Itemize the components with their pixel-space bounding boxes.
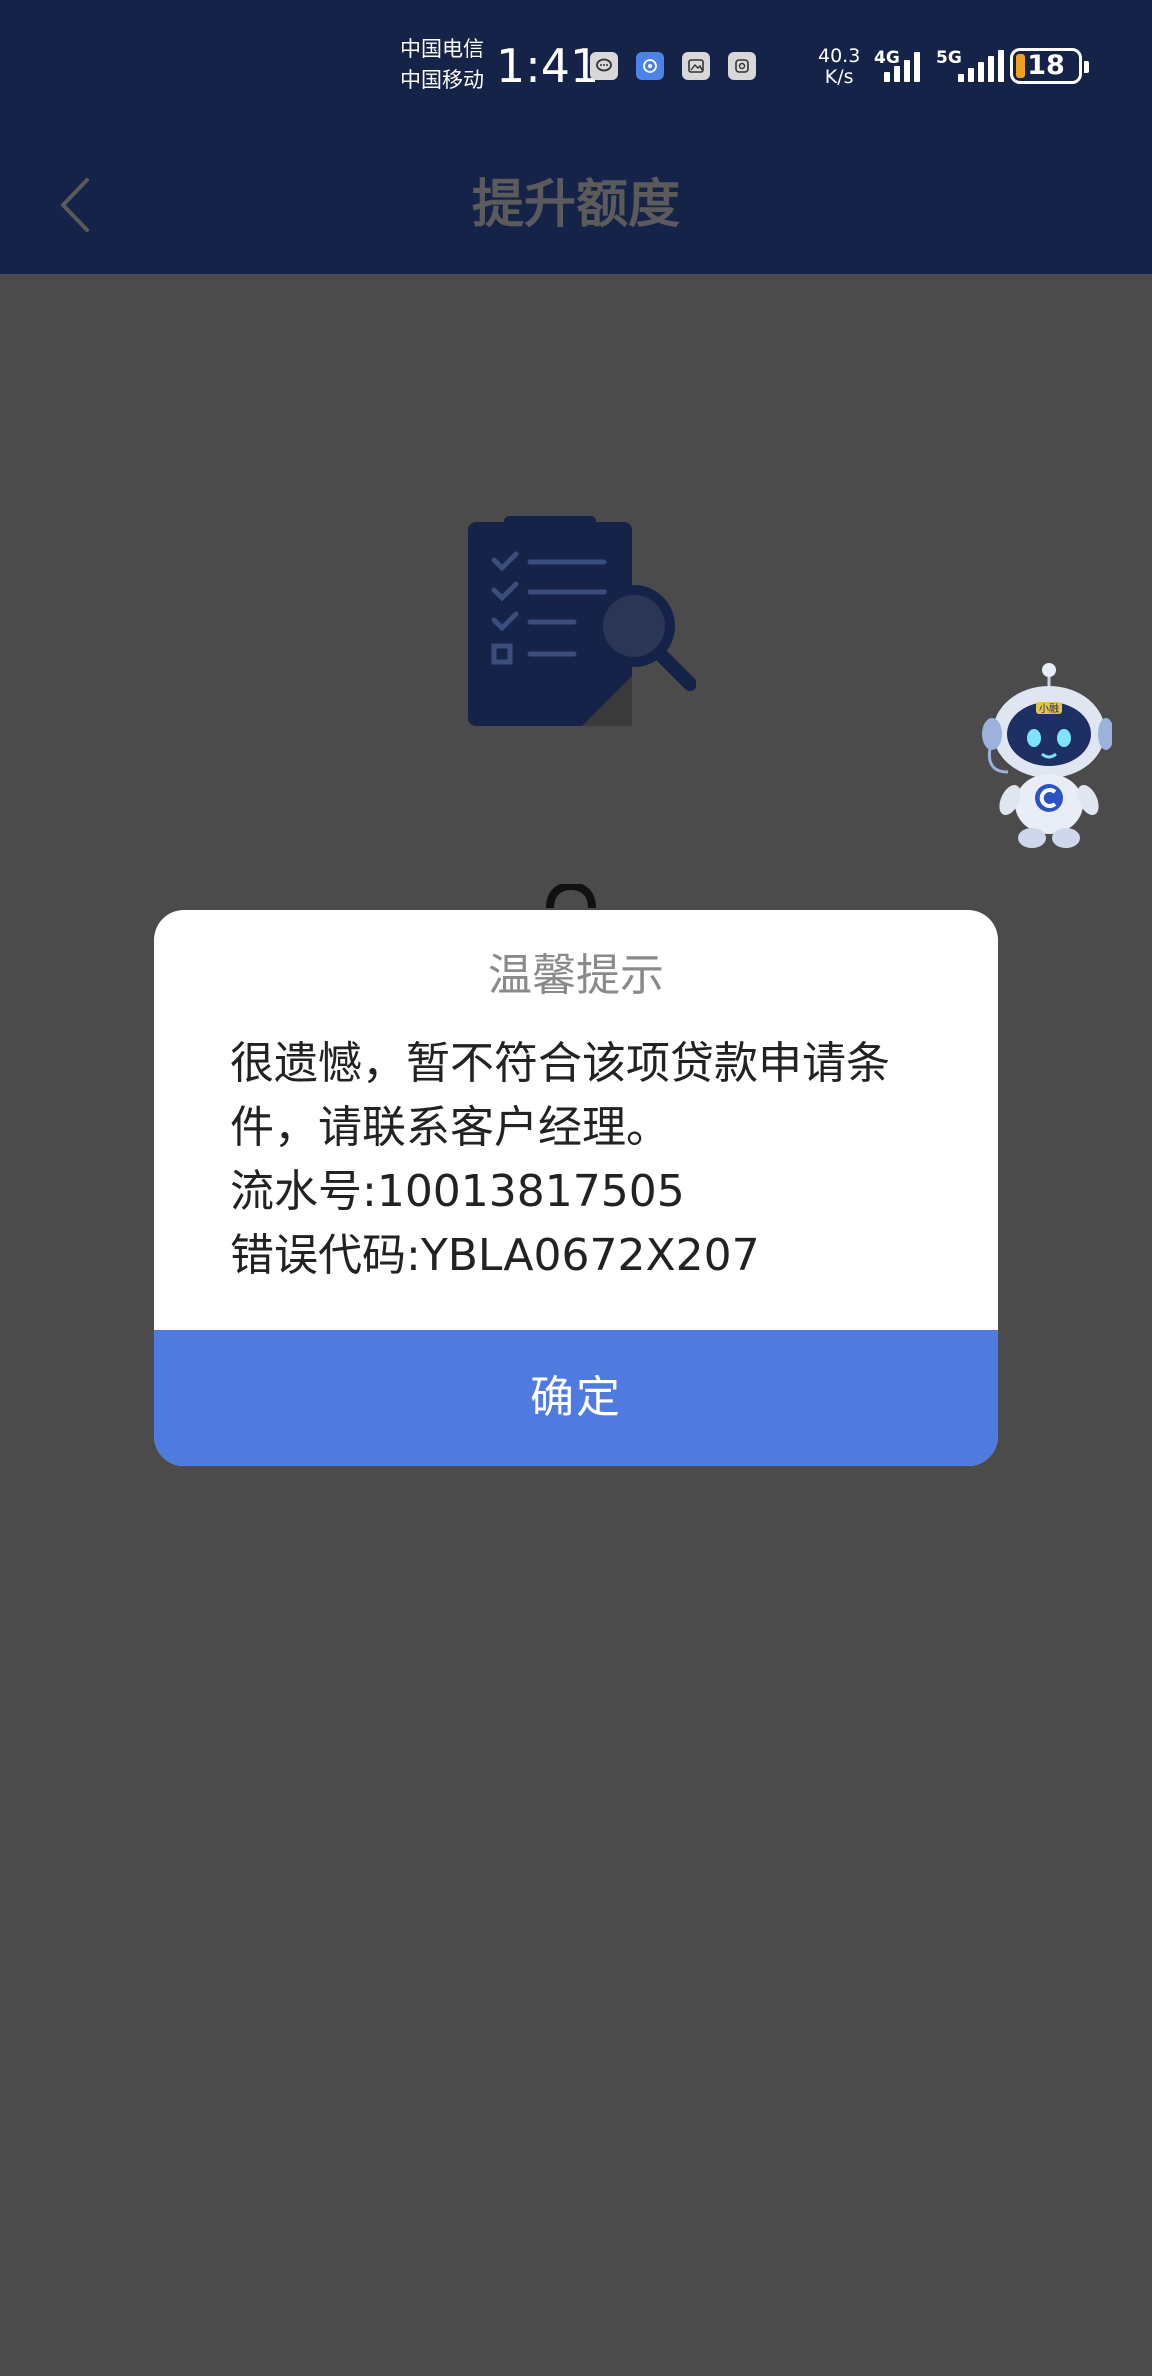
dialog-message-line: 很遗憾，暂不符合该项贷款申请条 xyxy=(230,1038,890,1089)
robot-icon: 小融 xyxy=(982,663,1114,848)
partial-digit-glyph xyxy=(546,884,596,908)
app-icon xyxy=(728,52,756,80)
notification-icons xyxy=(590,52,756,80)
assistant-robot-button[interactable]: 小融 xyxy=(978,662,1114,848)
alert-dialog: 温馨提示 很遗憾，暂不符合该项贷款申请条 件，请联系客户经理。 流水号:1001… xyxy=(154,910,998,1466)
dialog-message: 很遗憾，暂不符合该项贷款申请条 件，请联系客户经理。 流水号:100138175… xyxy=(230,1032,930,1288)
image-icon xyxy=(682,52,710,80)
carrier-2: 中国移动 xyxy=(400,68,484,92)
app-header: 提升额度 xyxy=(0,136,1152,274)
confirm-button[interactable]: 确定 xyxy=(154,1330,998,1466)
location-icon xyxy=(636,52,664,80)
dialog-message-line: 件，请联系客户经理。 xyxy=(230,1102,670,1153)
battery-level: 18 xyxy=(1027,50,1065,81)
signal-2-bars-icon xyxy=(958,50,1004,82)
status-bar: 中国电信 中国移动 1:41 40.3 K/s 4G 5G 18 xyxy=(0,0,1152,136)
robot-badge-text: 小融 xyxy=(1039,703,1059,715)
dialog-title: 温馨提示 xyxy=(488,950,664,1001)
carrier-names: 中国电信 中国移动 xyxy=(400,34,484,96)
error-code: 错误代码:YBLA0672X207 xyxy=(230,1230,760,1281)
battery-nub xyxy=(1084,61,1089,73)
message-icon xyxy=(590,52,618,80)
network-speed: 40.3 K/s xyxy=(818,46,860,88)
network-speed-unit: K/s xyxy=(824,66,854,88)
document-search-icon xyxy=(468,516,696,726)
signal-1-bars-icon xyxy=(884,50,920,82)
carrier-1: 中国电信 xyxy=(400,37,484,61)
page-title: 提升额度 xyxy=(471,175,680,235)
clock: 1:41 xyxy=(496,39,600,93)
serial-number: 流水号:10013817505 xyxy=(230,1166,685,1217)
battery-icon: 18 xyxy=(1010,48,1089,84)
network-speed-value: 40.3 xyxy=(818,45,861,67)
